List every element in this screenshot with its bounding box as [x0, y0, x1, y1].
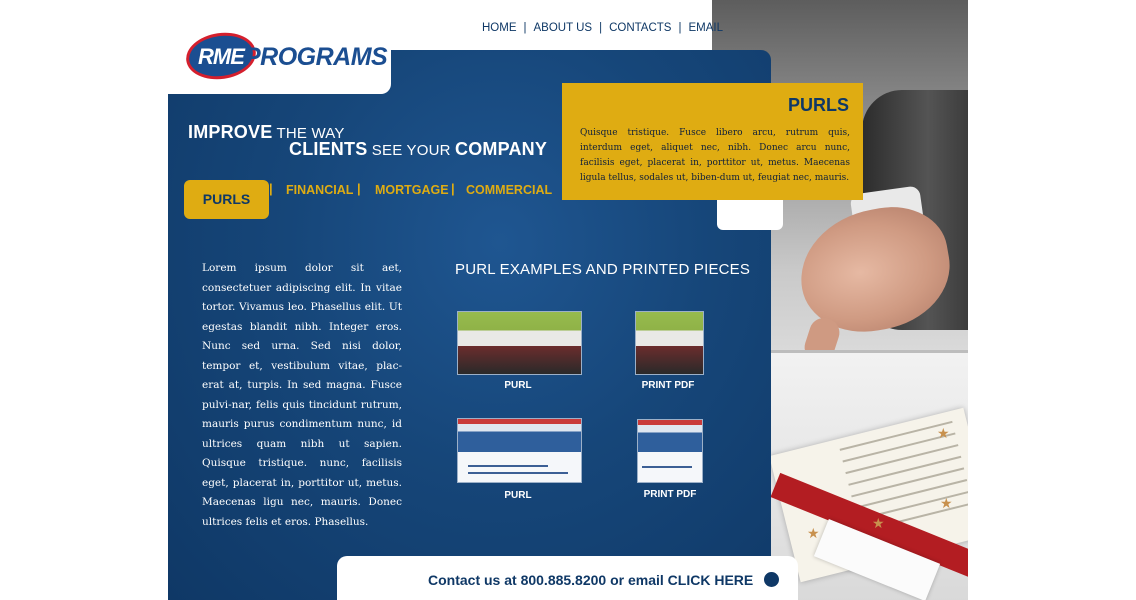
nav-separator: | [523, 22, 527, 34]
nav-contacts-link[interactable]: CONTACTS [609, 22, 671, 34]
tagline-improve: IMPROVE [188, 122, 273, 142]
example-thumbnail-print-2[interactable] [637, 419, 703, 483]
example-caption[interactable]: PURL [468, 380, 568, 391]
top-nav: HOME | ABOUT US | CONTACTS | EMAIL [482, 22, 723, 34]
tab-mortgage[interactable]: MORTGAGE [375, 183, 449, 197]
tagline-line-2: CLIENTS SEE YOUR COMPANY [289, 139, 547, 160]
tab-commercial[interactable]: COMMERCIAL [466, 183, 552, 197]
tab-separator: | [269, 181, 273, 196]
star-decoration: ★ [807, 525, 820, 541]
tab-financial[interactable]: FINANCIAL [286, 183, 353, 197]
nav-home-link[interactable]: HOME [482, 22, 517, 34]
feature-box-title: PURLS [787, 95, 849, 115]
feature-box: PURLS Quisque tristique. Fusce libero ar… [562, 83, 863, 200]
nav-separator: | [599, 22, 603, 34]
tagline-see-your: SEE YOUR [371, 142, 451, 159]
example-thumbnail-print-1[interactable] [635, 311, 704, 375]
nav-separator: | [678, 22, 682, 34]
thumb-text-line [468, 472, 568, 474]
feature-box-text: Quisque tristique. Fusce libero arcu, ru… [580, 128, 850, 183]
example-caption[interactable]: PRINT PDF [620, 489, 720, 500]
star-decoration: ★ [940, 495, 953, 511]
tab-purls[interactable]: PURLS [184, 180, 269, 219]
tagline-clients: CLIENTS [289, 139, 368, 159]
feature-box-tab [717, 200, 783, 230]
thumb-text-line [642, 466, 692, 468]
contact-bullet-icon[interactable] [764, 572, 779, 587]
tagline-company: COMPANY [455, 139, 548, 159]
star-decoration: ★ [937, 425, 950, 441]
tab-separator: | [451, 181, 455, 196]
examples-title: PURL EXAMPLES AND PRINTED PIECES [455, 261, 751, 278]
tab-separator: | [357, 181, 361, 196]
example-caption[interactable]: PRINT PDF [618, 380, 718, 391]
example-caption[interactable]: PURL [468, 490, 568, 501]
logo-wordmark[interactable]: PROGRAMS [244, 43, 388, 72]
body-paragraph: Lorem ipsum dolor sit aet, consectetuer … [202, 262, 402, 528]
thumb-text-line [468, 465, 548, 467]
nav-about-link[interactable]: ABOUT US [534, 22, 593, 34]
example-thumbnail-purl-1[interactable] [457, 311, 582, 375]
contact-link[interactable]: Contact us at 800.885.8200 or email CLIC… [428, 572, 753, 588]
nav-email-link[interactable]: EMAIL [688, 22, 723, 34]
star-decoration: ★ [872, 515, 885, 531]
example-thumbnail-purl-2[interactable] [457, 418, 582, 483]
